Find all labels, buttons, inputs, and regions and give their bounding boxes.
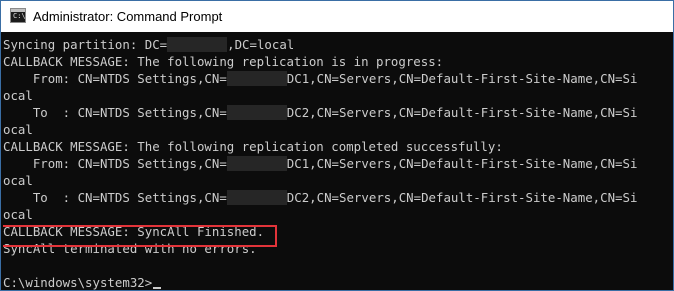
command-prompt-window: C:\ Administrator: Command Prompt Syncin…	[0, 0, 674, 291]
console-line: CALLBACK MESSAGE: The following replicat…	[3, 54, 444, 69]
console-line: To : CN=NTDS Settings,CN= DC2,CN=Servers,…	[3, 105, 638, 120]
console-line: ocal	[3, 88, 33, 103]
console-line: From: CN=NTDS Settings,CN= DC1,CN=Servers…	[3, 156, 638, 171]
title-bar[interactable]: C:\ Administrator: Command Prompt	[1, 1, 673, 32]
redacted-block	[226, 156, 287, 171]
console-prompt-line[interactable]: C:\windows\system32>	[3, 274, 671, 290]
console-line: CALLBACK MESSAGE: The following replicat…	[3, 139, 503, 154]
redacted-block	[226, 105, 287, 120]
app-icon-glyph: C:\	[13, 12, 26, 20]
console-line: ocal	[3, 122, 33, 137]
command-prompt-path: C:\windows\system32>	[3, 275, 153, 290]
console-line: From: CN=NTDS Settings,CN= DC1,CN=Servers…	[3, 71, 638, 86]
redacted-block	[167, 37, 228, 52]
console-line: ocal	[3, 173, 33, 188]
console-output[interactable]: Syncing partition: DC= ,DC=local CALLBACK…	[3, 36, 671, 290]
redacted-block	[226, 190, 287, 205]
console-line-sync-partition: Syncing partition: DC= ,DC=local	[3, 37, 295, 52]
text-cursor	[153, 287, 162, 289]
console-line: To : CN=NTDS Settings,CN= DC2,CN=Servers,…	[3, 190, 638, 205]
redacted-block	[226, 71, 287, 86]
command-prompt-icon[interactable]: C:\	[10, 8, 26, 23]
console-line: ocal	[3, 207, 33, 222]
window-title: Administrator: Command Prompt	[33, 9, 223, 24]
success-highlight-box	[3, 225, 277, 247]
